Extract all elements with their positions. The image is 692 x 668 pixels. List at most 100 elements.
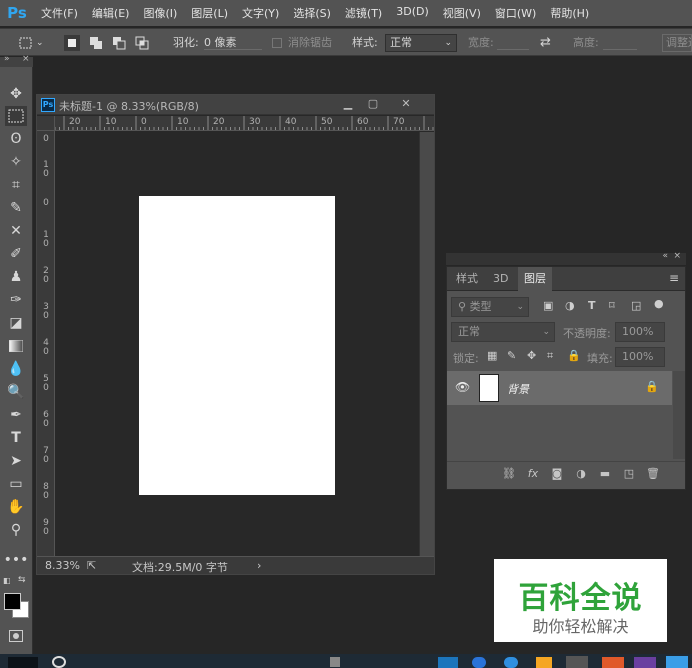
start-button[interactable]: [8, 657, 38, 668]
zoom-level[interactable]: 8.33%: [45, 559, 80, 572]
magic-wand-tool-icon[interactable]: ✧: [5, 152, 27, 172]
foreground-color-swatch[interactable]: [4, 593, 21, 610]
width-input[interactable]: [497, 36, 529, 50]
collapse-icon[interactable]: »: [4, 54, 10, 64]
menu-layer[interactable]: 图层(L): [184, 5, 235, 21]
swap-dimensions-icon[interactable]: ⇄: [540, 35, 551, 51]
tray-icon[interactable]: [330, 657, 340, 667]
menu-type[interactable]: 文字(Y): [235, 5, 286, 21]
taskbar-app-icon[interactable]: [666, 656, 688, 668]
type-tool-icon[interactable]: T: [5, 428, 27, 448]
layer-row[interactable]: 👁 背景 🔒: [447, 371, 672, 405]
menu-window[interactable]: 窗口(W): [488, 5, 543, 21]
subtract-selection-icon[interactable]: [111, 35, 127, 51]
search-icon[interactable]: [52, 656, 66, 668]
taskbar-app-icon[interactable]: [504, 657, 518, 668]
close-window-icon[interactable]: ✕: [396, 97, 416, 112]
new-layer-icon[interactable]: ◳: [621, 466, 637, 482]
clone-stamp-tool-icon[interactable]: ♟: [5, 267, 27, 287]
blend-mode-select[interactable]: 正常 ⌄: [451, 322, 555, 342]
path-selection-tool-icon[interactable]: ➤: [5, 451, 27, 471]
collapse-panels-icon[interactable]: «: [662, 251, 668, 261]
lasso-tool-icon[interactable]: ʘ: [5, 129, 27, 149]
minimize-icon[interactable]: ▁: [338, 97, 358, 112]
vertical-ruler[interactable]: 0 1 0 0 1 0 2 0 3 0 4 0 5 0 6 0 7 0 8 0 …: [37, 131, 55, 556]
add-mask-icon[interactable]: ◙: [549, 466, 565, 482]
dodge-tool-icon[interactable]: 🔍: [5, 382, 27, 402]
eraser-tool-icon[interactable]: ◪: [5, 313, 27, 333]
lock-transparent-icon[interactable]: ▦: [487, 349, 497, 362]
taskbar-app-icon[interactable]: [602, 657, 624, 668]
menu-select[interactable]: 选择(S): [286, 5, 338, 21]
maximize-icon[interactable]: ▢: [363, 97, 383, 112]
layer-effects-icon[interactable]: fx: [525, 466, 541, 482]
delete-layer-icon[interactable]: 🗑: [645, 466, 661, 482]
quick-mask-icon[interactable]: [5, 626, 27, 646]
canvas-area[interactable]: [56, 132, 418, 556]
antialias-checkbox[interactable]: [272, 38, 282, 48]
add-selection-icon[interactable]: [88, 35, 104, 51]
tab-styles[interactable]: 样式: [450, 267, 484, 291]
style-select[interactable]: 正常 ⌄: [385, 34, 457, 52]
adjustment-filter-icon[interactable]: ◑: [565, 299, 575, 312]
menu-image[interactable]: 图像(I): [136, 5, 184, 21]
brush-tool-icon[interactable]: ✐: [5, 244, 27, 264]
menu-file[interactable]: 文件(F): [34, 5, 85, 21]
more-tools-icon[interactable]: •••: [4, 550, 29, 570]
close-icon[interactable]: ×: [22, 54, 30, 64]
blur-tool-icon[interactable]: 💧: [5, 359, 27, 379]
lock-artboard-icon[interactable]: ⌗: [547, 349, 553, 363]
rectangle-tool-icon[interactable]: ▭: [5, 474, 27, 494]
type-filter-icon[interactable]: T: [588, 299, 596, 312]
fill-input[interactable]: 100%: [615, 347, 665, 367]
eyedropper-tool-icon[interactable]: ✎: [5, 198, 27, 218]
filter-toggle-icon[interactable]: ●: [654, 297, 664, 310]
refine-edge-button[interactable]: 调整边: [662, 34, 692, 52]
crop-tool-icon[interactable]: ⌗: [5, 175, 27, 195]
lock-all-icon[interactable]: 🔒: [567, 349, 581, 362]
status-chevron-icon[interactable]: ›: [257, 559, 261, 572]
tab-layers[interactable]: 图层: [518, 267, 552, 291]
taskbar-app-icon[interactable]: [634, 657, 656, 668]
healing-brush-tool-icon[interactable]: ✕: [5, 221, 27, 241]
menu-help[interactable]: 帮助(H): [543, 5, 596, 21]
rect-marquee-tool-icon[interactable]: [5, 106, 27, 126]
menu-edit[interactable]: 编辑(E): [85, 5, 137, 21]
horizontal-ruler[interactable]: 20 10 0 10 20 30 40 50 60 70: [55, 116, 434, 131]
marquee-preset-icon[interactable]: [18, 35, 34, 51]
pen-tool-icon[interactable]: ✒: [5, 405, 27, 425]
visibility-eye-icon[interactable]: 👁: [455, 380, 470, 394]
tab-3d[interactable]: 3D: [487, 267, 514, 291]
menu-filter[interactable]: 滤镜(T): [338, 5, 389, 21]
menu-view[interactable]: 视图(V): [436, 5, 488, 21]
move-tool-icon[interactable]: ✥: [5, 84, 27, 104]
default-colors-icon[interactable]: ◧: [3, 576, 11, 585]
taskbar-app-icon[interactable]: [536, 657, 552, 668]
new-group-icon[interactable]: ▬: [597, 466, 613, 482]
hand-tool-icon[interactable]: ✋: [5, 497, 27, 517]
history-brush-tool-icon[interactable]: ✑: [5, 290, 27, 310]
gradient-tool-icon[interactable]: [5, 336, 27, 356]
opacity-input[interactable]: 100%: [615, 322, 665, 342]
layers-scrollbar[interactable]: [673, 371, 685, 459]
layer-name[interactable]: 背景: [507, 381, 529, 397]
preset-chevron-icon[interactable]: ⌄: [36, 35, 44, 51]
document-canvas[interactable]: [139, 196, 335, 495]
smart-object-filter-icon[interactable]: ◲: [631, 299, 641, 312]
adjustment-layer-icon[interactable]: ◑: [573, 466, 589, 482]
close-panels-icon[interactable]: ×: [673, 251, 681, 261]
pixel-filter-icon[interactable]: ▣: [543, 299, 553, 312]
height-input[interactable]: [603, 36, 637, 50]
taskbar-app-icon[interactable]: [566, 656, 588, 668]
vertical-scrollbar[interactable]: [419, 132, 434, 556]
menu-3d[interactable]: 3D(D): [389, 5, 436, 21]
intersect-selection-icon[interactable]: [134, 35, 150, 51]
taskbar-app-icon[interactable]: [438, 657, 458, 668]
zoom-tool-icon[interactable]: ⚲: [5, 520, 27, 540]
taskbar-app-icon[interactable]: [472, 657, 486, 668]
document-titlebar[interactable]: Ps 未标题-1 @ 8.33%(RGB/8) ▁ ▢ ✕: [37, 95, 434, 115]
ruler-origin[interactable]: [37, 116, 55, 131]
new-selection-icon[interactable]: [64, 35, 80, 51]
shape-filter-icon[interactable]: ⌑: [609, 299, 615, 312]
panel-menu-icon[interactable]: ≡: [669, 271, 679, 285]
